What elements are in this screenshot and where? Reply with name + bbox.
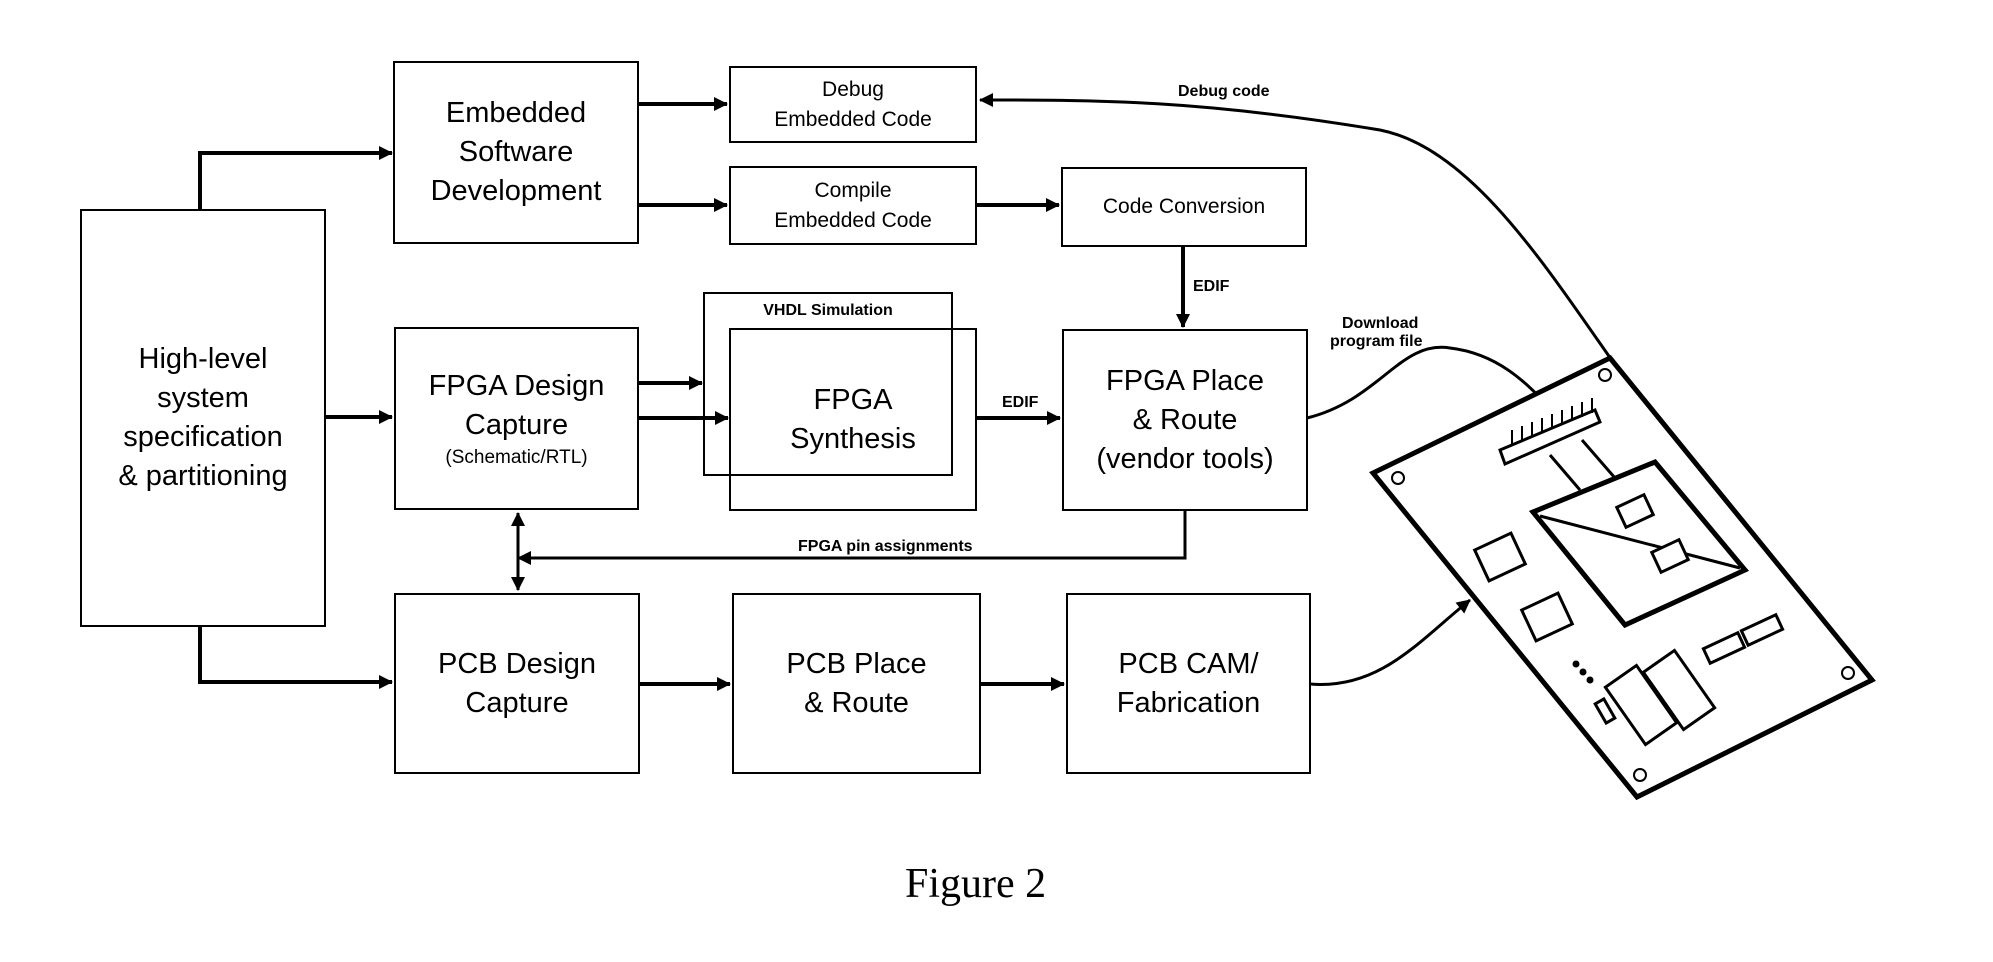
curve-pcb-to-board	[1309, 598, 1471, 686]
label-edif-horizontal: EDIF	[1002, 394, 1039, 411]
box-pcb-place-route: PCB Place & Route	[732, 593, 981, 774]
box-text: Embedded Code	[774, 107, 932, 131]
box-text: Embedded Code	[774, 208, 932, 232]
box-text: Fabrication	[1116, 686, 1261, 719]
label-program-file: program file	[1330, 333, 1423, 350]
box-text: FPGA	[813, 383, 893, 416]
box-text: Development	[430, 175, 602, 207]
box-text: FPGA Design	[428, 369, 605, 402]
mount-hole	[1633, 768, 1647, 782]
box-compile-embedded-code: Compile Embedded Code	[729, 166, 977, 245]
box-pcb-cam-fabrication: PCB CAM/ Fabrication	[1066, 593, 1311, 774]
mount-hole	[1598, 368, 1612, 382]
box-code-conversion: Code Conversion	[1061, 167, 1307, 247]
box-text: PCB CAM/	[1118, 647, 1259, 680]
box-text: Software	[458, 136, 574, 168]
box-text: system	[157, 382, 249, 414]
box-subtext: (Schematic/RTL)	[445, 446, 588, 468]
box-text: PCB Place	[786, 647, 927, 680]
figure-caption: Figure 2	[905, 861, 1047, 907]
box-text: Synthesis	[790, 422, 916, 455]
box-text: specification	[123, 421, 283, 453]
arrow-highlevel-to-pcb-design	[198, 626, 393, 689]
box-text: Code Conversion	[1102, 195, 1266, 218]
box-text: Compile	[814, 178, 892, 202]
box-text: & partitioning	[118, 460, 288, 492]
box-text: & Route	[1132, 403, 1238, 436]
box-text: & Route	[804, 686, 909, 719]
box-text: High-level	[138, 343, 268, 375]
label-pin-assignments: FPGA pin assignments	[798, 538, 973, 555]
box-debug-embedded-code: Debug Embedded Code	[729, 66, 977, 143]
mount-hole	[1841, 666, 1855, 680]
box-pcb-design-capture: PCB Design Capture	[394, 593, 640, 774]
box-text: Embedded	[445, 97, 587, 129]
box-fpga-place-route: FPGA Place & Route (vendor tools)	[1062, 329, 1308, 511]
box-text: Capture	[464, 408, 569, 441]
box-high-level-spec: High-level system specification & partit…	[80, 209, 326, 627]
box-embedded-sw-dev: Embedded Software Development	[393, 61, 639, 244]
box-text: PCB Design	[438, 647, 596, 680]
box-fpga-design-capture: FPGA Design Capture (Schematic/RTL)	[394, 327, 639, 510]
label-download: Download	[1342, 315, 1419, 332]
box-text: FPGA Place	[1106, 364, 1264, 397]
box-text: VHDL Simulation	[763, 302, 893, 319]
pcb-board-illustration	[1369, 354, 1876, 801]
mount-hole	[1391, 471, 1405, 485]
box-text: Debug	[822, 77, 884, 101]
box-fpga-synthesis: FPGA Synthesis	[729, 328, 977, 511]
label-debug-code: Debug code	[1178, 83, 1270, 100]
arrow-highlevel-to-embedded	[198, 146, 393, 209]
label-edif-vertical: EDIF	[1193, 278, 1230, 295]
box-text: Capture	[465, 686, 569, 719]
box-text: (vendor tools)	[1096, 442, 1274, 475]
